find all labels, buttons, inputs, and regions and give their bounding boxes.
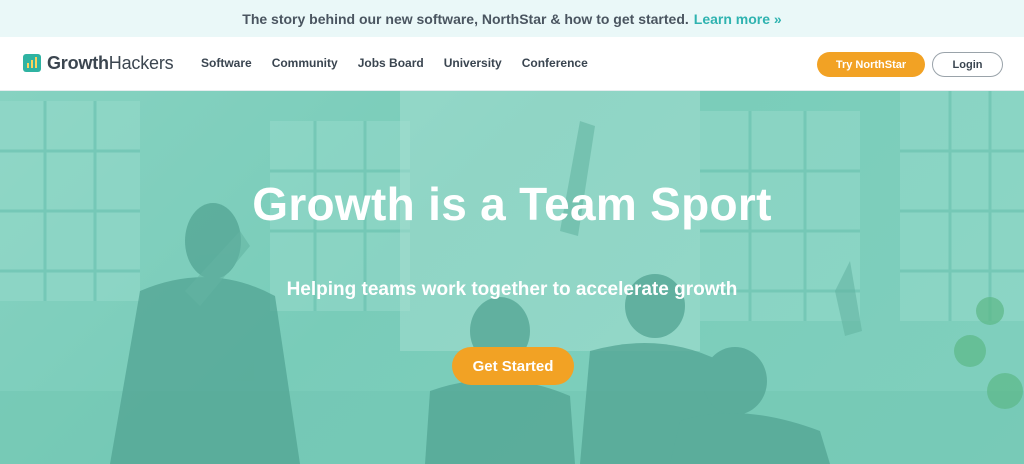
hero-section: Growth is a Team Sport Helping teams wor… — [0, 91, 1024, 464]
hero-background-image — [0, 91, 1024, 464]
logo-text-hackers: Hackers — [108, 52, 174, 73]
nav-item-software[interactable]: Software — [201, 56, 252, 70]
growthhackers-logo[interactable]: GrowthHackers — [23, 52, 174, 74]
announcement-bar: The story behind our new software, North… — [0, 0, 1024, 37]
hero-title: Growth is a Team Sport — [252, 178, 772, 230]
login-button[interactable]: Login — [932, 52, 1003, 77]
logo-text: GrowthHackers — [47, 52, 174, 74]
nav-item-jobs-board[interactable]: Jobs Board — [358, 56, 424, 70]
logo-text-growth: Growth — [47, 52, 109, 73]
hero-subtitle: Helping teams work together to accelerat… — [286, 279, 738, 300]
nav-item-community[interactable]: Community — [272, 56, 338, 70]
learn-more-link[interactable]: Learn more » — [694, 11, 782, 27]
get-started-button[interactable]: Get Started — [452, 347, 574, 385]
try-northstar-button[interactable]: Try NorthStar — [817, 52, 925, 77]
main-menu: Software Community Jobs Board University… — [201, 56, 588, 70]
announcement-text: The story behind our new software, North… — [242, 10, 689, 27]
nav-item-conference[interactable]: Conference — [522, 56, 588, 70]
logo-icon — [23, 54, 41, 72]
nav-item-university[interactable]: University — [444, 56, 502, 70]
